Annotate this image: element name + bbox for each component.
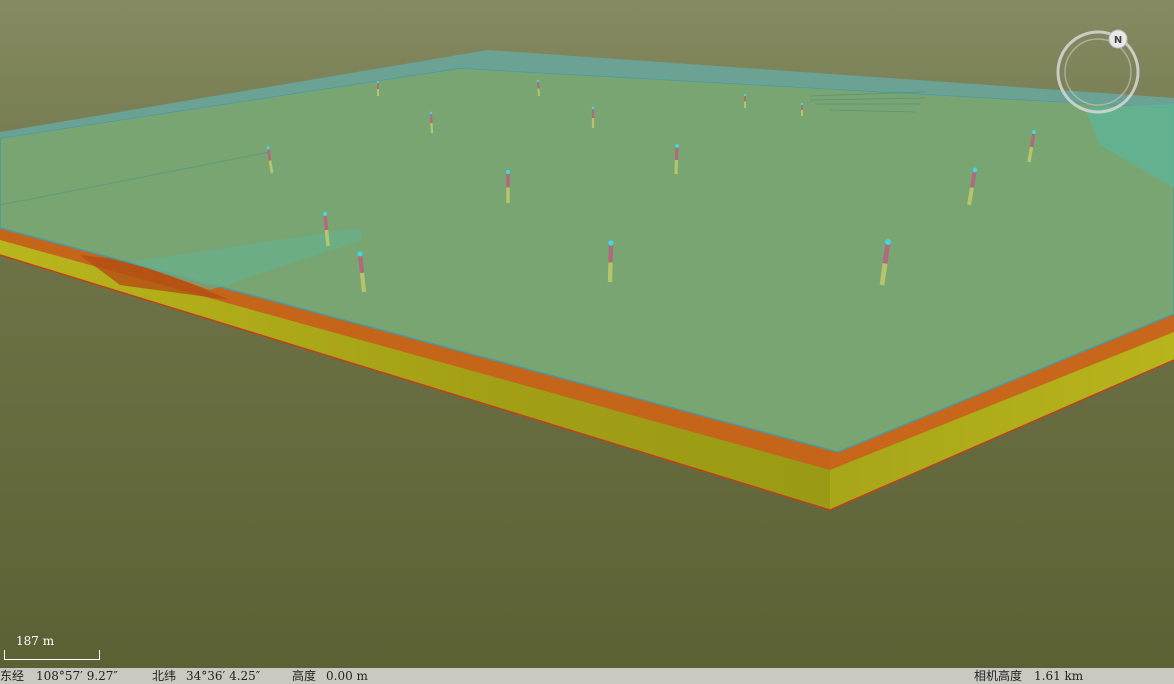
borehole-cap (1032, 130, 1036, 134)
borehole-cap (376, 80, 380, 84)
borehole-cap (357, 251, 363, 257)
borehole-cap (675, 144, 679, 148)
compass-inner-ring (1064, 38, 1132, 106)
status-bar: 东经 108°57′ 9.27″ 北纬 34°36′ 4.25″ 高度 0.00… (0, 668, 1174, 684)
borehole-cap (591, 106, 595, 110)
borehole-lower-segment (537, 88, 540, 97)
borehole[interactable] (800, 102, 804, 116)
borehole-upper-segment (323, 213, 329, 231)
borehole-lower-segment (359, 272, 367, 293)
latitude-label: 北纬 (152, 669, 177, 683)
borehole-upper-segment (608, 242, 614, 263)
borehole-cap (800, 102, 804, 106)
geology-3d-scene[interactable] (0, 0, 1174, 668)
borehole-upper-segment (357, 253, 365, 274)
borehole-upper-segment (429, 112, 433, 124)
scale-bar: 187 m (4, 632, 104, 662)
borehole-upper-segment (882, 241, 891, 264)
borehole-cap (322, 211, 328, 217)
borehole-cap (266, 146, 270, 150)
north-compass-icon[interactable]: N (1054, 28, 1144, 118)
borehole[interactable] (591, 106, 595, 128)
borehole-lower-segment (430, 122, 434, 134)
borehole[interactable] (505, 169, 511, 203)
borehole-upper-segment (266, 147, 272, 161)
borehole-lower-segment (879, 263, 888, 286)
borehole[interactable] (376, 80, 380, 96)
borehole-lower-segment (674, 159, 679, 175)
borehole-upper-segment (674, 145, 679, 161)
borehole-cap (536, 79, 540, 83)
borehole-lower-segment (324, 229, 330, 247)
borehole-lower-segment (607, 262, 613, 283)
borehole-cap (972, 167, 978, 173)
borehole[interactable] (743, 93, 747, 108)
borehole-lower-segment (268, 160, 274, 174)
camera-height-label: 相机高度 (974, 669, 1023, 683)
compass-widget[interactable]: N (1054, 28, 1144, 118)
scale-bar-line (4, 650, 100, 660)
longitude-value: 108°57′ 9.27″ (36, 669, 118, 683)
map-viewport[interactable]: N 187 m (0, 0, 1174, 668)
scale-bar-label: 187 m (16, 634, 55, 648)
borehole-cap (885, 239, 891, 245)
longitude-label: 东经 (0, 669, 25, 683)
borehole-cap (743, 93, 747, 97)
borehole-cap (505, 169, 511, 175)
height-value: 0.00 m (326, 669, 368, 683)
latitude-value: 34°36′ 4.25″ (186, 669, 261, 683)
camera-height-value: 1.61 km (1034, 669, 1084, 683)
borehole-cap (429, 111, 433, 115)
height-label: 高度 (292, 669, 317, 683)
compass-north-letter: N (1114, 35, 1122, 46)
borehole-cap (608, 240, 614, 246)
